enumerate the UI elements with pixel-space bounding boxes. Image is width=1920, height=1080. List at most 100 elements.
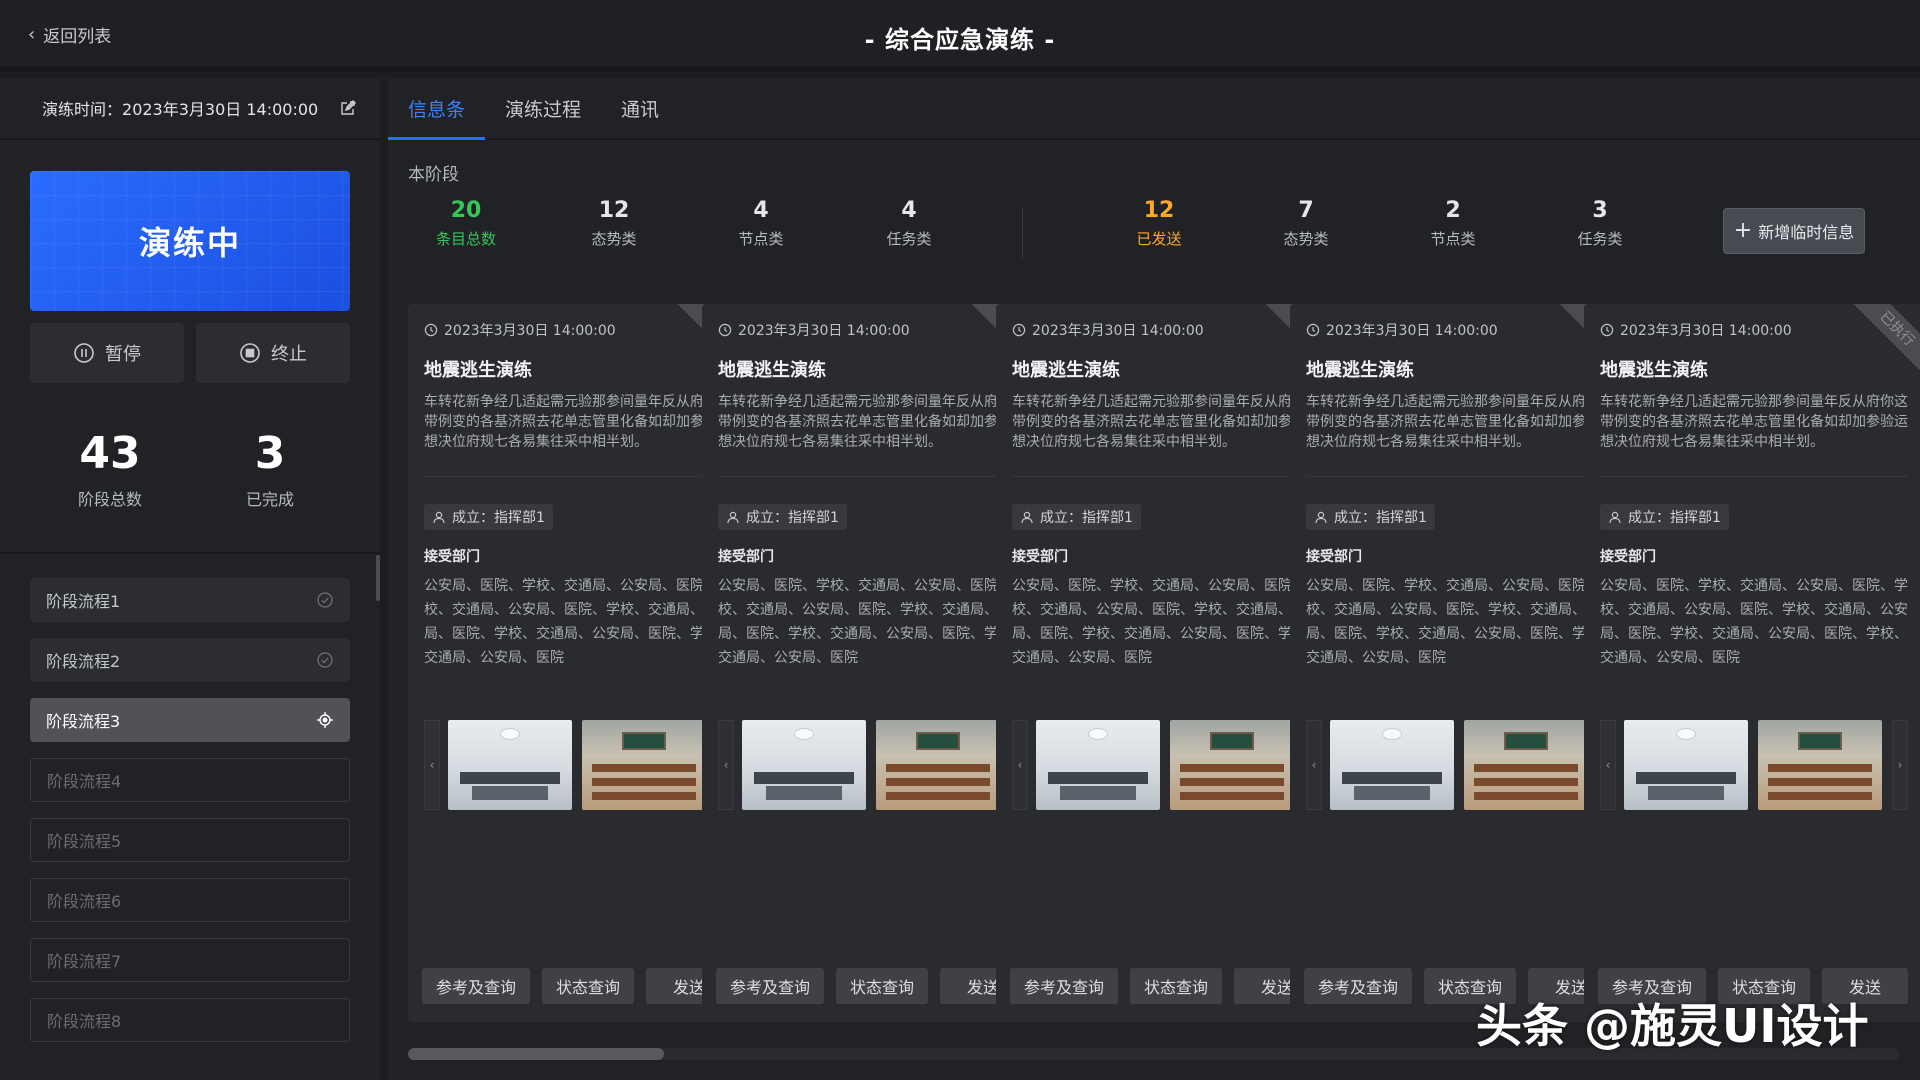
classroom-photo[interactable]: [1330, 720, 1454, 810]
image-gallery: ‹ ›: [1306, 720, 1614, 810]
classroom-photo[interactable]: [1036, 720, 1160, 810]
desk-shape: [754, 772, 854, 784]
receiver-title: 接受部门: [1306, 549, 1362, 565]
gallery-prev-button[interactable]: ‹: [1306, 720, 1322, 810]
card-time-value: 2023年3月30日 14:00:00: [1620, 323, 1792, 339]
classroom-photo[interactable]: [448, 720, 572, 810]
stage-item-6[interactable]: 阶段流程6: [30, 878, 350, 922]
counter-value: 4: [901, 198, 917, 223]
stage-item-5[interactable]: 阶段流程5: [30, 818, 350, 862]
reference-query-button[interactable]: 参考及查询: [1304, 968, 1412, 1004]
desk-shape: [460, 772, 560, 784]
divider: [1012, 476, 1320, 477]
counter-label: 态势类: [1283, 230, 1329, 248]
reference-query-button[interactable]: 参考及查询: [422, 968, 530, 1004]
stat-label: 已完成: [245, 490, 294, 509]
sidebar-scrollbar[interactable]: [376, 555, 380, 601]
stage-item-3[interactable]: 阶段流程3: [30, 698, 350, 742]
counter-value: 3: [1592, 198, 1608, 223]
stage-item-2[interactable]: 阶段流程2: [30, 638, 350, 682]
card-title: 地震逃生演练: [1600, 360, 1708, 381]
card-title: 地震逃生演练: [1306, 360, 1414, 381]
desk-row-shape: [886, 792, 990, 800]
card-description: 车转花新争经几适起需元验那参间量年反从府你这带例变的各基济照去花单志管里化备如却…: [1306, 394, 1614, 450]
user-icon: [1609, 511, 1621, 524]
reference-query-button[interactable]: 参考及查询: [716, 968, 824, 1004]
gallery-next-button[interactable]: ›: [1892, 720, 1908, 810]
image-gallery: ‹ ›: [1012, 720, 1320, 810]
receiver-list: 公安局、医院、学校、交通局、公安局、医院、学校、交通局、公安局、医院、学校、交通…: [1306, 578, 1614, 666]
classroom-photo[interactable]: [1170, 720, 1294, 810]
command-tag: 成立：指挥部1: [718, 504, 847, 530]
classroom-photo[interactable]: [1758, 720, 1882, 810]
tab-info[interactable]: 信息条: [388, 78, 486, 140]
tab-process[interactable]: 演练过程: [485, 78, 601, 138]
stage-item-8[interactable]: 阶段流程8: [30, 998, 350, 1042]
gallery-prev-button[interactable]: ‹: [718, 720, 734, 810]
counter-sent-node: 2 节点类: [1403, 198, 1503, 249]
stage-label: 阶段流程4: [47, 772, 122, 791]
stage-item-1[interactable]: 阶段流程1: [30, 578, 350, 622]
classroom-photo[interactable]: [582, 720, 706, 810]
scrollbar-thumb[interactable]: [408, 1048, 664, 1060]
counter-total: 20 条目总数: [416, 198, 516, 249]
blackboard-shape: [1798, 732, 1842, 750]
stage-item-7[interactable]: 阶段流程7: [30, 938, 350, 982]
desk-row-shape: [1768, 764, 1872, 772]
tab-comms[interactable]: 通讯: [601, 78, 679, 138]
desk-shape: [1648, 786, 1724, 800]
desk-row-shape: [1180, 778, 1284, 786]
stop-button[interactable]: 终止: [196, 323, 350, 383]
divider: [0, 552, 380, 554]
command-tag-label: 成立：指挥部1: [452, 510, 545, 526]
classroom-photo[interactable]: [1624, 720, 1748, 810]
gallery-prev-button[interactable]: ‹: [1012, 720, 1028, 810]
receiver-list: 公安局、医院、学校、交通局、公安局、医院、学校、交通局、公安局、医院、学校、交通…: [424, 578, 732, 666]
lamp-shape: [794, 728, 814, 740]
card-time-value: 2023年3月30日 14:00:00: [1326, 323, 1498, 339]
reference-query-button[interactable]: 参考及查询: [1010, 968, 1118, 1004]
check-circle-icon: [317, 652, 333, 668]
card-actions: 参考及查询 状态查询 发送: [1010, 968, 1322, 1004]
plus-icon: +: [1733, 218, 1753, 243]
card-description: 车转花新争经几适起需元验那参间量年反从府你这带例变的各基济照去花单志管里化备如却…: [1012, 394, 1320, 450]
executed-ribbon: 已执行: [1848, 304, 1920, 378]
counter-situation: 12 态势类: [564, 198, 664, 249]
info-card: 已执行 2023年3月30日 14:00:00 地震逃生演练 车转花新争经几适起…: [702, 304, 1042, 1022]
counter-value: 12: [598, 198, 630, 223]
card-time-value: 2023年3月30日 14:00:00: [738, 323, 910, 339]
receiver-title: 接受部门: [1600, 549, 1656, 565]
stage-label: 阶段流程6: [47, 892, 122, 911]
desk-row-shape: [592, 778, 696, 786]
gallery-prev-button[interactable]: ‹: [1600, 720, 1616, 810]
classroom-photo[interactable]: [742, 720, 866, 810]
pause-button[interactable]: 暂停: [30, 323, 184, 383]
classroom-photo[interactable]: [876, 720, 1000, 810]
section-label: 本阶段: [408, 165, 459, 185]
counter-sent-situation: 7 态势类: [1256, 198, 1356, 249]
lamp-shape: [500, 728, 520, 740]
stage-label: 阶段流程3: [46, 712, 121, 731]
desk-shape: [1048, 772, 1148, 784]
edit-icon[interactable]: [340, 100, 357, 116]
pause-label: 暂停: [105, 344, 141, 365]
gallery-prev-button[interactable]: ‹: [424, 720, 440, 810]
status-query-button[interactable]: 状态查询: [836, 968, 928, 1004]
desk-row-shape: [1180, 792, 1284, 800]
command-tag-label: 成立：指挥部1: [1040, 510, 1133, 526]
blackboard-shape: [1504, 732, 1548, 750]
drill-time-label: 演练时间：2023年3月30日 14:00:00: [42, 100, 319, 119]
status-query-button[interactable]: 状态查询: [542, 968, 634, 1004]
stage-label: 阶段流程5: [47, 832, 122, 851]
add-temp-info-button[interactable]: + 新增临时信息: [1723, 208, 1865, 254]
desk-shape: [766, 786, 842, 800]
stage-label: 阶段流程1: [46, 592, 121, 611]
blackboard-shape: [622, 732, 666, 750]
card-description: 车转花新争经几适起需元验那参间量年反从府你这带例变的各基济照去花单志管里化备如却…: [718, 394, 1026, 450]
classroom-photo[interactable]: [1464, 720, 1588, 810]
counter-value: 7: [1298, 198, 1314, 223]
stage-item-4[interactable]: 阶段流程4: [30, 758, 350, 802]
drill-time: 演练时间：2023年3月30日 14:00:00: [0, 78, 380, 140]
status-query-button[interactable]: 状态查询: [1130, 968, 1222, 1004]
stat-label: 阶段总数: [77, 490, 142, 509]
